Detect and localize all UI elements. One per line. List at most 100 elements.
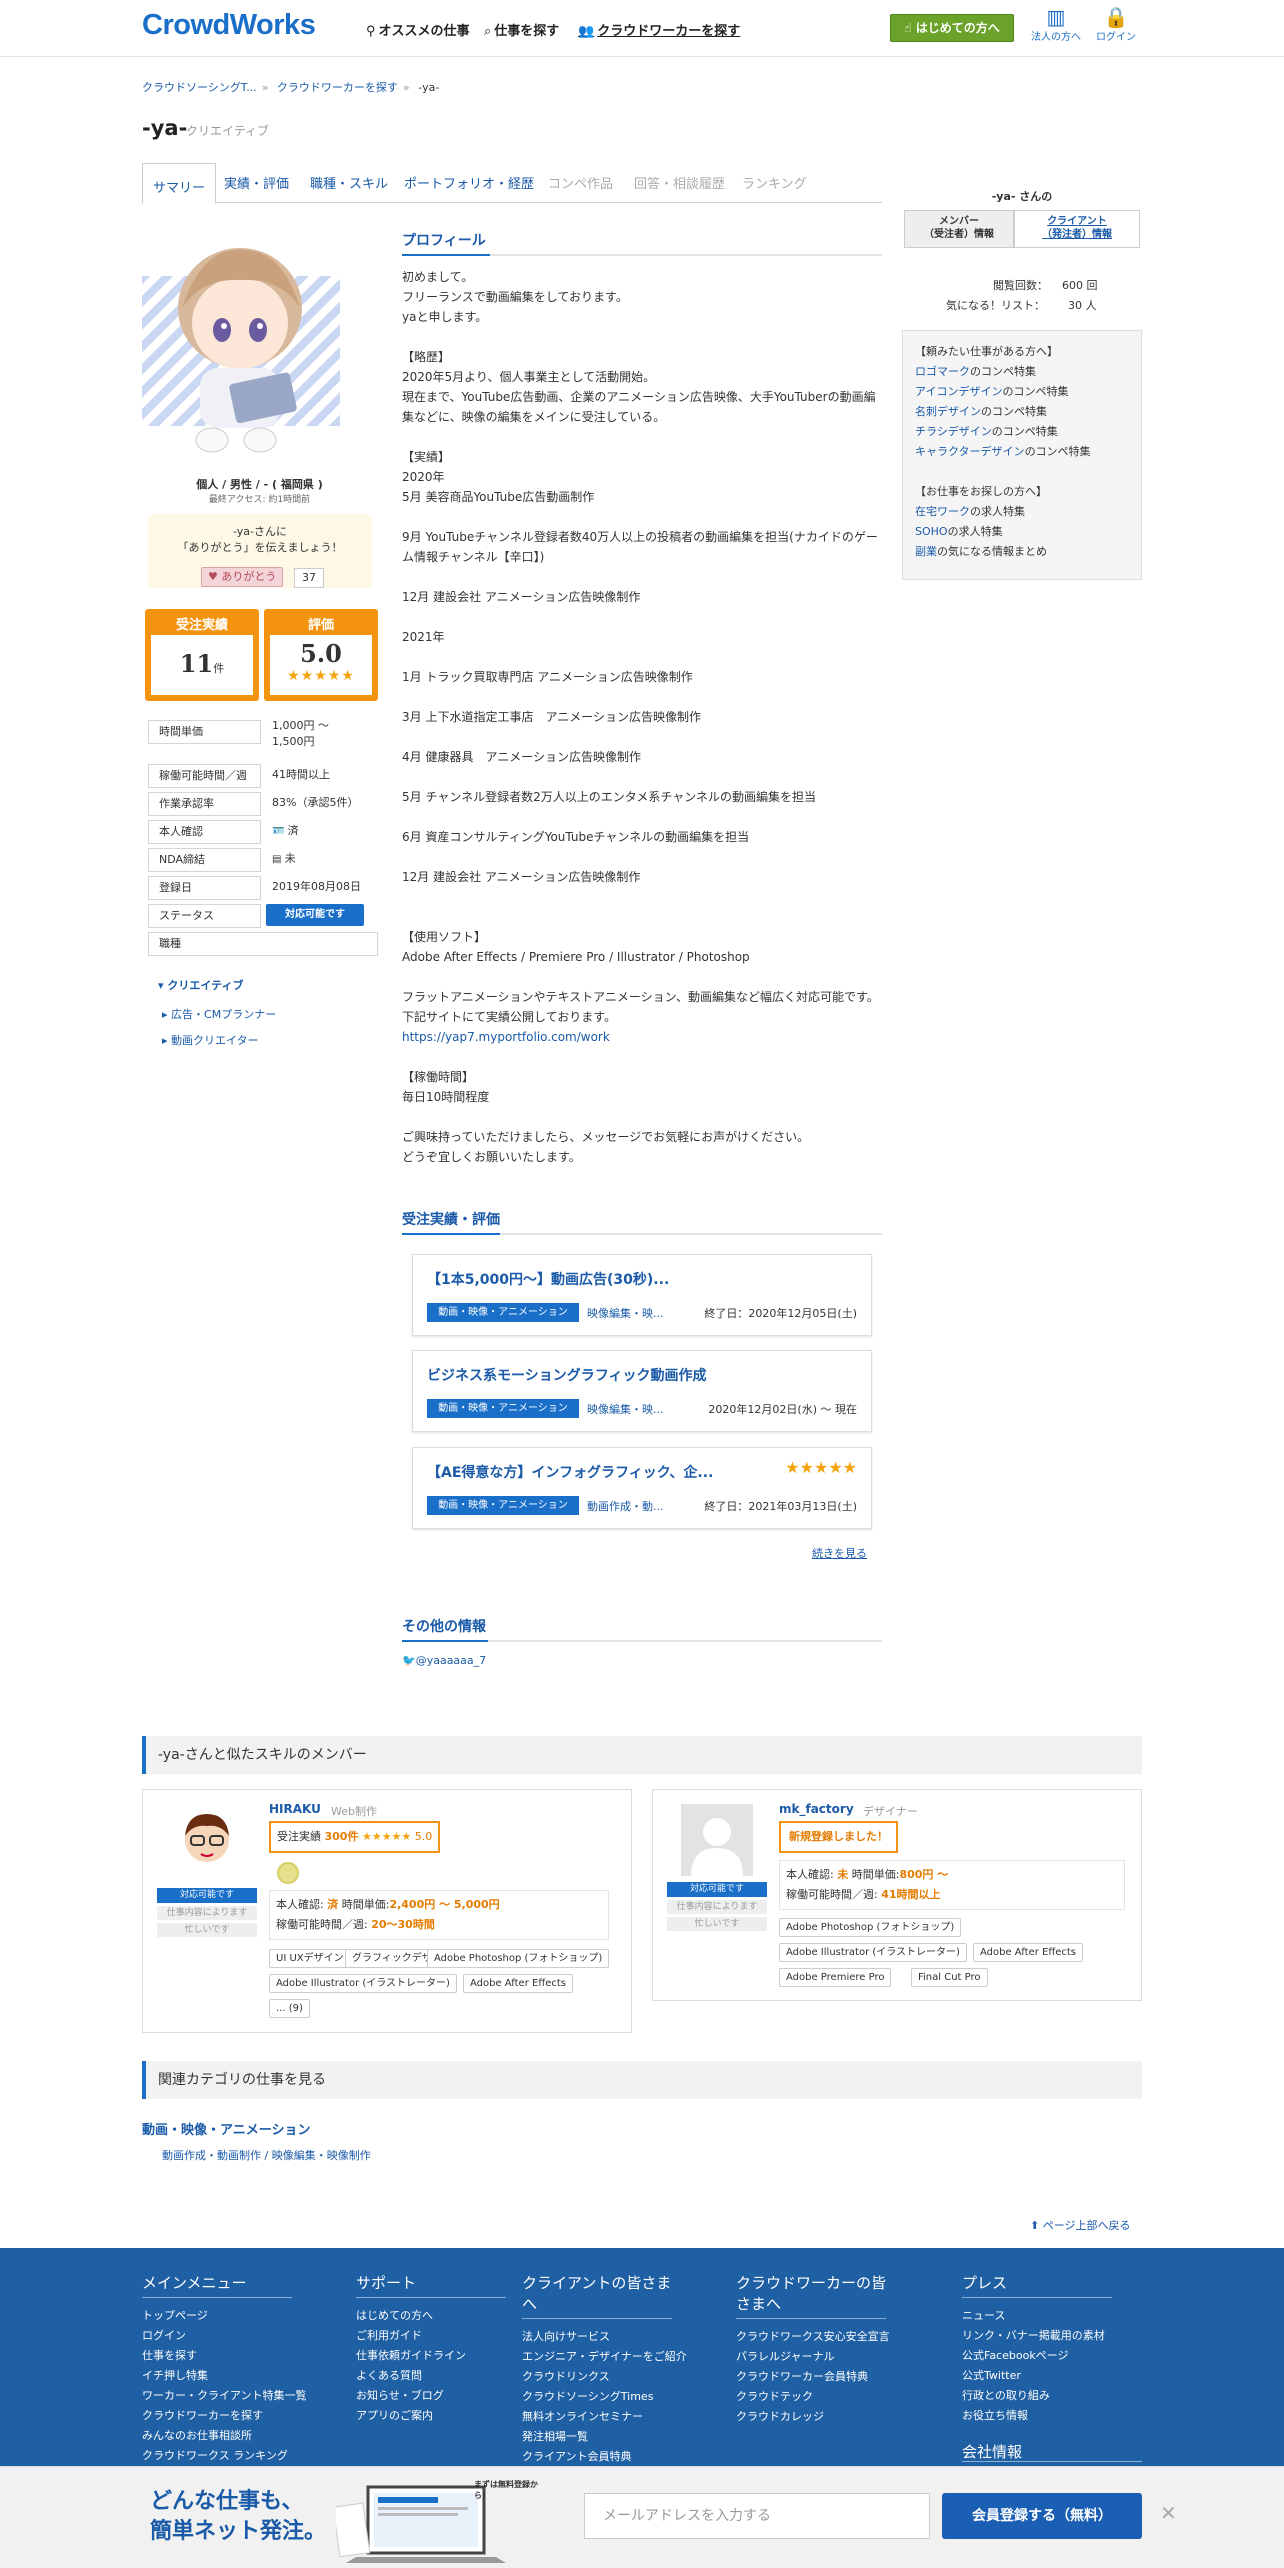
job-title[interactable]: ビジネス系モーショングラフィック動画作成 xyxy=(427,1365,706,1385)
skill-tag[interactable]: ... (9) xyxy=(269,1999,310,2018)
sidebar-link[interactable]: SOHO xyxy=(915,525,948,538)
footer-link[interactable]: はじめての方へ xyxy=(356,2306,506,2326)
footer-link[interactable]: お知らせ・ブログ xyxy=(356,2386,506,2406)
job-title[interactable]: 【1本5,000円～】動画広告(30秒)... xyxy=(427,1269,669,1289)
footer-link[interactable]: クラウドカレッジ xyxy=(736,2407,890,2427)
begin-button[interactable]: ☝ はじめての方へ xyxy=(890,14,1014,42)
login-link[interactable]: 🔒 ログイン xyxy=(1086,6,1146,43)
skill-tag[interactable]: Adobe After Effects xyxy=(973,1943,1083,1962)
footer-link[interactable]: 仕事を探す xyxy=(142,2346,307,2366)
close-icon[interactable]: ✕ xyxy=(1160,2501,1177,2525)
related-sub[interactable]: 動画作成・動画制作 / 映像編集・映像制作 xyxy=(162,2147,371,2163)
skill-tag[interactable]: Adobe After Effects xyxy=(463,1974,573,1993)
member-card[interactable]: 対応可能です 仕事内容によります 忙しいです mk_factory デザイナー … xyxy=(652,1789,1142,2001)
footer-link[interactable]: 無料オンラインセミナー xyxy=(522,2407,687,2427)
footer-link[interactable]: よくある質問 xyxy=(356,2366,506,2386)
footer-link[interactable]: みんなのお仕事相談所 xyxy=(142,2426,307,2446)
skill-tag[interactable]: UI UXデザイン xyxy=(269,1949,351,1968)
job-category-tag[interactable]: 動画・映像・アニメーション xyxy=(427,1303,579,1322)
breadcrumb-item[interactable]: クラウドワーカーを探す xyxy=(277,81,398,94)
footer-link[interactable]: リンク・バナー掲載用の素材 xyxy=(962,2326,1112,2346)
breadcrumb-item[interactable]: クラウドソーシングT... xyxy=(142,81,257,94)
email-input[interactable]: メールアドレスを入力する xyxy=(584,2493,930,2539)
footer-link[interactable]: クラウドソーシングTimes xyxy=(522,2387,687,2407)
sidebar-line[interactable]: 副業の気になる情報まとめ xyxy=(915,543,1047,559)
member-card[interactable]: 対応可能です 仕事内容によります 忙しいです HIRAKU Web制作 受注実績… xyxy=(142,1789,632,2033)
skill-tag[interactable]: Adobe Illustrator (イラストレーター) xyxy=(269,1974,457,1993)
footer-link[interactable]: 公式Twitter xyxy=(962,2366,1112,2386)
footer-link[interactable]: クラウドワークス ランキング xyxy=(142,2446,307,2466)
footer-link[interactable]: クラウドワークス安心安全宣言 xyxy=(736,2327,890,2347)
skill-tag[interactable]: Adobe Premiere Pro xyxy=(779,1968,892,1987)
nav-find-jobs[interactable]: ⌕ 仕事を探す xyxy=(484,20,559,39)
portfolio-link[interactable]: https://yap7.myportfolio.com/work xyxy=(402,1030,610,1044)
sidebar-link[interactable]: チラシデザイン xyxy=(915,425,992,438)
sidebar-line[interactable]: アイコンデザインのコンペ特集 xyxy=(915,383,1068,399)
sidebar-line[interactable]: ロゴマークのコンペ特集 xyxy=(915,363,1036,379)
member-name[interactable]: mk_factory xyxy=(779,1802,854,1816)
footer-link[interactable]: パラレルジャーナル xyxy=(736,2347,890,2367)
page-top-link[interactable]: ⬆ ページ上部へ戻る xyxy=(1030,2217,1131,2233)
twitter-link[interactable]: 🐦@yaaaaaa_7 xyxy=(402,1654,486,1667)
footer-link[interactable]: クラウドワーカー会員特典 xyxy=(736,2367,890,2387)
category-parent[interactable]: ▾ クリエイティブ xyxy=(158,977,243,993)
footer-link[interactable]: クラウドワーカーを探す xyxy=(142,2406,307,2426)
job-subcategory[interactable]: 動画作成・動... xyxy=(587,1498,664,1514)
more-link[interactable]: 続きを見る xyxy=(812,1545,867,1561)
footer-link[interactable]: ニュース xyxy=(962,2306,1112,2326)
tab-reviews[interactable]: 実績・評価 xyxy=(224,173,289,192)
job-card[interactable]: 【1本5,000円～】動画広告(30秒)... 動画・映像・アニメーション 映像編集… xyxy=(412,1254,872,1336)
skill-tag[interactable]: Adobe Illustrator (イラストレーター) xyxy=(779,1943,967,1962)
skill-tag[interactable]: Adobe Photoshop (フォトショップ) xyxy=(779,1918,962,1937)
job-card[interactable]: 【AE得意な方】インフォグラフィック、企... 動画・映像・アニメーション 動画作成… xyxy=(412,1447,872,1529)
footer-link[interactable]: アプリのご案内 xyxy=(356,2406,506,2426)
nav-find-workers[interactable]: 👥 クラウドワーカーを探す xyxy=(578,20,740,39)
related-category[interactable]: 動画・映像・アニメーション xyxy=(142,2119,310,2138)
footer-link[interactable]: ご利用ガイド xyxy=(356,2326,506,2346)
job-subcategory[interactable]: 映像編集・映... xyxy=(587,1305,664,1321)
footer-link[interactable]: イチ押し特集 xyxy=(142,2366,307,2386)
footer-link[interactable]: 行政との取り組み xyxy=(962,2386,1112,2406)
footer-link[interactable]: 公式Facebookページ xyxy=(962,2346,1112,2366)
job-category-tag[interactable]: 動画・映像・アニメーション xyxy=(427,1496,579,1515)
sidebar-link[interactable]: キャラクターデザイン xyxy=(915,445,1025,458)
tab-portfolio[interactable]: ポートフォリオ・経歴 xyxy=(404,173,534,192)
footer-link[interactable]: クラウドテック xyxy=(736,2387,890,2407)
sidebar-line[interactable]: 在宅ワークの求人特集 xyxy=(915,503,1025,519)
sidebar-line[interactable]: チラシデザインのコンペ特集 xyxy=(915,423,1058,439)
tab-summary[interactable]: サマリー xyxy=(142,163,217,204)
category-child[interactable]: ▸ 動画クリエイター xyxy=(162,1032,259,1048)
crowdworks-logo[interactable]: CrowdWorks xyxy=(142,9,316,42)
corp-link[interactable]: ▥ 法人の方へ xyxy=(1026,6,1086,43)
footer-link[interactable]: エンジニア・デザイナーをご紹介 xyxy=(522,2347,687,2367)
member-name[interactable]: HIRAKU xyxy=(269,1802,321,1816)
sidebar-line[interactable]: 名刺デザインのコンペ特集 xyxy=(915,403,1047,419)
footer-link[interactable]: トップページ xyxy=(142,2306,307,2326)
skill-tag[interactable]: Final Cut Pro xyxy=(911,1968,988,1987)
thanks-button[interactable]: ♥ ありがとう xyxy=(201,567,284,587)
sidebar-link[interactable]: アイコンデザイン xyxy=(915,385,1002,398)
footer-link[interactable]: 法人向けサービス xyxy=(522,2327,687,2347)
sidebar-link[interactable]: ロゴマーク xyxy=(915,365,970,378)
tab-member-info[interactable]: メンバー （受注者）情報 xyxy=(904,210,1014,248)
sidebar-link[interactable]: 副業 xyxy=(915,545,937,558)
sidebar-link[interactable]: 在宅ワーク xyxy=(915,505,970,518)
footer-link[interactable]: お役立ち情報 xyxy=(962,2406,1112,2426)
footer-link[interactable]: ログイン xyxy=(142,2326,307,2346)
category-child[interactable]: ▸ 広告・CMプランナー xyxy=(162,1006,276,1022)
sidebar-line[interactable]: キャラクターデザインのコンペ特集 xyxy=(915,443,1091,459)
footer-link[interactable]: クライアント会員特典 xyxy=(522,2447,687,2467)
tab-client-info[interactable]: クライアント （発注者）情報 xyxy=(1014,210,1140,248)
job-subcategory[interactable]: 映像編集・映... xyxy=(587,1401,664,1417)
footer-link[interactable]: 仕事依頼ガイドライン xyxy=(356,2346,506,2366)
job-category-tag[interactable]: 動画・映像・アニメーション xyxy=(427,1399,579,1418)
footer-link[interactable]: ワーカー・クライアント特集一覧 xyxy=(142,2386,307,2406)
job-title[interactable]: 【AE得意な方】インフォグラフィック、企... xyxy=(427,1462,713,1482)
sidebar-link[interactable]: 名刺デザイン xyxy=(915,405,981,418)
tab-skills[interactable]: 職種・スキル xyxy=(310,173,388,192)
nav-recommended[interactable]: ⚲ オススメの仕事 xyxy=(366,20,470,39)
job-card[interactable]: ビジネス系モーショングラフィック動画作成 動画・映像・アニメーション 映像編集・映.… xyxy=(412,1350,872,1432)
sidebar-line[interactable]: SOHOの求人特集 xyxy=(915,523,1003,539)
footer-link[interactable]: クラウドリンクス xyxy=(522,2367,687,2387)
skill-tag[interactable]: Adobe Photoshop (フォトショップ) xyxy=(427,1949,610,1968)
